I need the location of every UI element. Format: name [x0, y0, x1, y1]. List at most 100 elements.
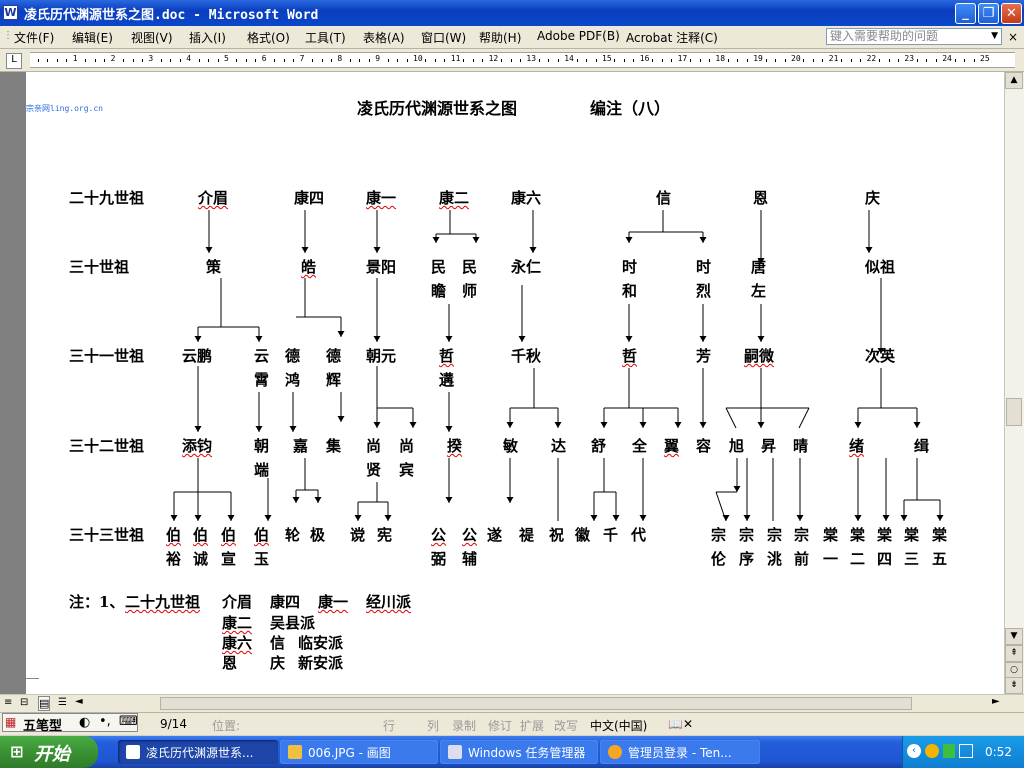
- ime-toolbar[interactable]: ▦ 五笔型 ◐ •, ⌨: [2, 713, 138, 734]
- help-search-placeholder: 键入需要帮助的问题: [830, 29, 939, 43]
- punctuation-icon[interactable]: •,: [99, 714, 111, 729]
- minimize-button[interactable]: _: [955, 3, 976, 24]
- scroll-right-button[interactable]: ►: [992, 696, 1000, 707]
- close-button[interactable]: ✕: [1001, 3, 1022, 24]
- ruler-tick: [935, 59, 937, 62]
- ruler-tick: [312, 59, 314, 62]
- menu-help[interactable]: 帮助(H): [479, 29, 521, 46]
- arrowhead: [674, 422, 682, 428]
- note-item: 康四: [270, 593, 301, 611]
- arrowhead: [409, 422, 417, 428]
- scroll-down-button[interactable]: ▼: [1005, 628, 1023, 645]
- ruler-number: 19: [753, 54, 763, 63]
- menu-insert[interactable]: 插入(I): [189, 29, 226, 46]
- ruler-tick: [897, 59, 899, 62]
- soft-keyboard-icon[interactable]: ⌨: [119, 714, 138, 729]
- overtype-mode[interactable]: 改写: [554, 717, 578, 734]
- connector-line: [725, 407, 737, 429]
- scroll-left-button[interactable]: ◄: [75, 696, 83, 707]
- previous-page-button[interactable]: ⇞: [1005, 645, 1023, 662]
- ruler-tick: [973, 59, 975, 62]
- start-button[interactable]: ⊞ 开始: [0, 736, 98, 768]
- menu-tools[interactable]: 工具(T): [305, 29, 346, 46]
- left-margin-area: [0, 72, 26, 694]
- web-view-icon[interactable]: ⊟: [20, 697, 28, 708]
- taskbar-task-paint[interactable]: 006.JPG - 画图: [280, 740, 438, 764]
- connector-line: [798, 407, 810, 429]
- note-item: 康二: [222, 614, 253, 632]
- word-app-icon[interactable]: W: [3, 5, 18, 20]
- page-corner-mark: [26, 678, 39, 693]
- menu-acrobat-comments[interactable]: Acrobat 注释(C): [626, 29, 718, 46]
- ruler-number: 22: [866, 54, 877, 63]
- arrowhead: [757, 336, 765, 342]
- ruler-tick: [964, 59, 966, 62]
- arrowhead: [445, 336, 453, 342]
- menu-edit[interactable]: 编辑(E): [72, 29, 113, 46]
- menu-format[interactable]: 格式(O): [247, 29, 290, 46]
- ruler-tick: [387, 59, 389, 62]
- extend-mode[interactable]: 扩展: [520, 717, 544, 734]
- normal-view-icon[interactable]: ≡: [4, 697, 12, 708]
- ruler-number: 25: [980, 54, 990, 63]
- document-page[interactable]: 凌氏宗亲网ling.org.cn 凌氏历代渊源世系之图 编注（八） 二十九世祖 …: [26, 72, 1004, 694]
- menu-window[interactable]: 窗口(W): [421, 29, 466, 46]
- taskbar-task-browser[interactable]: 管理员登录 - Ten...: [600, 740, 760, 764]
- ruler-tick: [841, 59, 843, 62]
- arrowhead: [170, 515, 178, 521]
- arrowhead: [757, 422, 765, 428]
- ruler-tick: [501, 59, 503, 62]
- arrowhead: [639, 422, 647, 428]
- ruler-tick: [708, 59, 710, 62]
- tray-expand-icon[interactable]: ‹: [907, 744, 921, 758]
- ime-mode[interactable]: 五笔型: [23, 715, 62, 734]
- arrowhead: [301, 247, 309, 253]
- arrowhead: [194, 426, 202, 432]
- tray-app-icon[interactable]: [925, 744, 939, 758]
- paint-icon: [288, 745, 302, 759]
- taskbar-task-word[interactable]: 凌氏历代渊源世系...: [118, 740, 278, 764]
- browser-icon: [608, 745, 622, 759]
- outline-view-icon[interactable]: ☰: [58, 697, 67, 708]
- ruler-tick: [217, 59, 219, 62]
- print-view-icon[interactable]: ▤: [38, 696, 51, 711]
- display-icon[interactable]: [959, 744, 973, 758]
- document-close-button[interactable]: ×: [1008, 30, 1018, 44]
- arrowhead: [373, 422, 381, 428]
- help-search-input[interactable]: 键入需要帮助的问题 ▼: [826, 28, 1002, 45]
- note-item: 康六: [222, 634, 253, 652]
- record-mode[interactable]: 录制: [452, 717, 476, 734]
- ruler-tick: [775, 59, 777, 62]
- menu-table[interactable]: 表格(A): [363, 29, 405, 46]
- vertical-scroll-thumb[interactable]: [1006, 398, 1022, 426]
- title-bar[interactable]: W 凌氏历代渊源世系之图.doc - Microsoft Word _ ❐ ✕: [0, 0, 1024, 26]
- tab-selector[interactable]: L: [6, 53, 22, 69]
- track-changes-mode[interactable]: 修订: [488, 717, 512, 734]
- horizontal-ruler[interactable]: 1 2 3 4 5 6 7 8 9 10 11 12 13 14 15 16 17 18 19 20 21 22 23 24 2…: [0, 49, 1024, 72]
- restore-button[interactable]: ❐: [978, 3, 999, 24]
- next-page-button[interactable]: ⇟: [1005, 677, 1023, 694]
- taskbar-task-task-manager[interactable]: Windows 任务管理器: [440, 740, 598, 764]
- ruler-tick: [926, 59, 928, 62]
- ruler-number: 9: [375, 54, 381, 63]
- vertical-scrollbar[interactable]: ▲ ▼ ⇞ ○ ⇟: [1004, 72, 1024, 694]
- half-width-icon[interactable]: ◐: [79, 715, 90, 730]
- spelling-status-icon[interactable]: 📖✕: [668, 717, 693, 731]
- ruler-tick: [141, 59, 143, 62]
- menu-file[interactable]: 文件(F): [14, 29, 54, 46]
- scroll-up-button[interactable]: ▲: [1005, 72, 1023, 89]
- network-icon[interactable]: [943, 744, 955, 758]
- ruler-tick: [519, 59, 521, 62]
- ruler-tick: [812, 59, 814, 62]
- arrowhead: [699, 237, 707, 243]
- menu-adobe-pdf[interactable]: Adobe PDF(B): [537, 29, 620, 43]
- menu-view[interactable]: 视图(V): [131, 29, 173, 46]
- ruler-tick: [94, 59, 96, 62]
- chevron-down-icon[interactable]: ▼: [991, 29, 998, 44]
- ruler-tick: [293, 59, 295, 62]
- ruler-tick: [245, 59, 247, 62]
- arrowhead: [472, 237, 480, 243]
- clock[interactable]: 0:52: [985, 745, 1012, 759]
- ruler-tick: [548, 59, 550, 62]
- horizontal-scroll-thumb[interactable]: [160, 697, 912, 710]
